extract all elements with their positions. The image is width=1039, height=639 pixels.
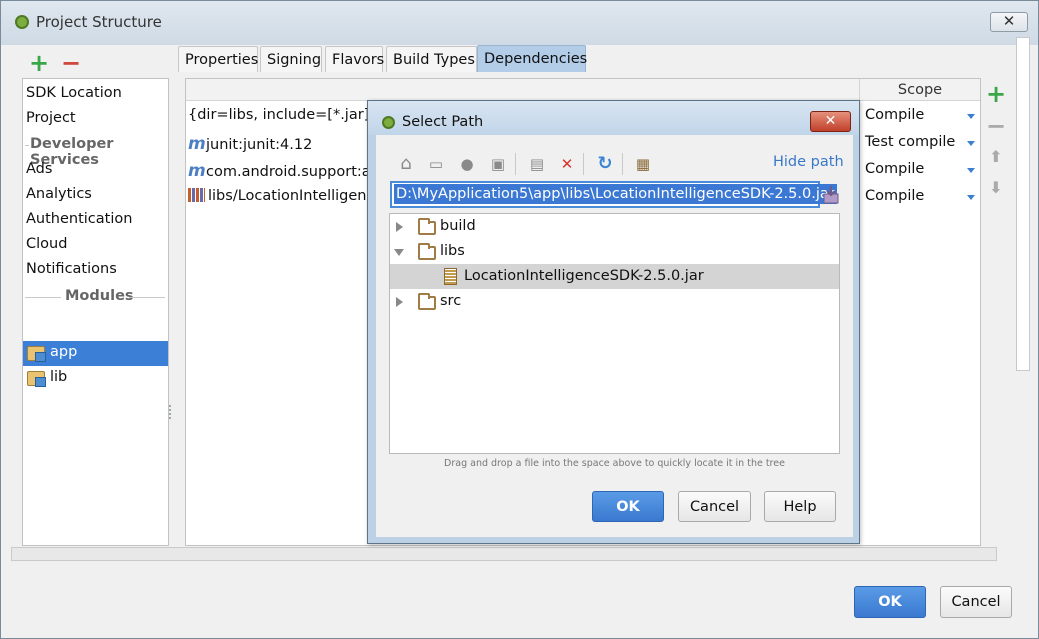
- new-folder-icon[interactable]: ▤: [527, 155, 547, 173]
- dialog-body: ⌂ ▭ ● ▣ ▤ ✕ ↻ ▦ Hide path D:\MyApplicati…: [376, 135, 853, 537]
- android-module-icon: [27, 346, 46, 362]
- vertical-scrollbar[interactable]: [1016, 37, 1030, 371]
- scope-value[interactable]: Compile: [865, 188, 924, 204]
- move-up-icon[interactable]: ⬆: [986, 147, 1006, 167]
- expand-arrow-icon[interactable]: [396, 297, 403, 307]
- path-input-value: D:\MyApplication5\app\libs\LocationIntel…: [394, 184, 837, 204]
- tab-dependencies[interactable]: Dependencies: [477, 45, 587, 72]
- window-close-button[interactable]: ✕: [990, 12, 1028, 32]
- ok-button[interactable]: OK: [854, 586, 926, 618]
- scope-dropdown-arrow-icon[interactable]: [967, 168, 975, 173]
- delete-icon[interactable]: ✕: [557, 155, 577, 173]
- refresh-icon[interactable]: ↻: [595, 155, 615, 173]
- sidebar-item-sdk-location[interactable]: SDK Location: [26, 85, 122, 101]
- home-icon[interactable]: ⌂: [396, 155, 416, 173]
- dialog-title: Select Path: [402, 114, 484, 130]
- select-path-dialog: Select Path ✕ ⌂ ▭ ● ▣ ▤ ✕ ↻ ▦ Hide path …: [367, 100, 860, 544]
- project-structure-sidebar: SDK Location Project Developer Services …: [22, 78, 169, 546]
- dialog-title-bar: Select Path ✕: [368, 101, 859, 135]
- library-module-icon: [27, 371, 46, 387]
- folder-icon: [418, 243, 436, 260]
- scope-value[interactable]: Compile: [865, 107, 924, 123]
- scope-value[interactable]: Compile: [865, 161, 924, 177]
- dependency-name: libs/LocationIntelligence: [208, 188, 384, 204]
- folder-icon: [418, 293, 436, 310]
- title-bar: Project Structure ✕: [1, 1, 1038, 45]
- dialog-cancel-button[interactable]: Cancel: [678, 491, 751, 522]
- file-tree: build libs LocationIntelligenceSDK-2.5.0…: [389, 213, 840, 454]
- jar-library-icon: [188, 188, 205, 202]
- sidebar-item-app[interactable]: app: [23, 341, 168, 366]
- sidebar-item-lib[interactable]: lib: [23, 366, 168, 391]
- scope-column-header[interactable]: Scope: [859, 79, 980, 101]
- dependency-name: junit:junit:4.12: [206, 137, 313, 153]
- tab-build-types[interactable]: Build Types: [386, 46, 477, 72]
- jar-file-icon: [444, 268, 457, 285]
- tab-properties[interactable]: Properties: [178, 46, 258, 72]
- path-input[interactable]: D:\MyApplication5\app\libs\LocationIntel…: [390, 181, 837, 208]
- hide-path-link[interactable]: Hide path: [773, 154, 844, 170]
- sidebar-item-cloud[interactable]: Cloud: [26, 236, 67, 252]
- collapse-arrow-icon[interactable]: [394, 249, 404, 256]
- remove-module-icon[interactable]: −: [61, 51, 81, 75]
- maven-m-icon: m: [188, 161, 206, 181]
- scope-dropdown-arrow-icon[interactable]: [967, 114, 975, 119]
- dialog-ok-button[interactable]: OK: [592, 491, 664, 522]
- window-title: Project Structure: [36, 13, 162, 31]
- sidebar-item-project[interactable]: Project: [26, 110, 76, 126]
- maven-m-icon: m: [188, 134, 206, 154]
- tab-signing[interactable]: Signing: [260, 46, 322, 72]
- add-dependency-icon[interactable]: +: [986, 82, 1006, 106]
- drag-drop-hint: Drag and drop a file into the space abov…: [444, 458, 785, 469]
- expand-arrow-icon[interactable]: [396, 222, 403, 232]
- horizontal-scrollbar[interactable]: [11, 547, 997, 561]
- add-module-icon[interactable]: +: [29, 51, 49, 75]
- sidebar-item-notifications[interactable]: Notifications: [26, 261, 117, 277]
- scope-dropdown-arrow-icon[interactable]: [967, 141, 975, 146]
- tab-flavors[interactable]: Flavors: [325, 46, 384, 72]
- sidebar-item-analytics[interactable]: Analytics: [26, 186, 92, 202]
- download-icon[interactable]: [823, 185, 839, 204]
- dependency-name: com.android.support:ap: [206, 164, 380, 180]
- android-studio-icon: [382, 116, 395, 129]
- show-hidden-files-icon[interactable]: ▦: [633, 155, 653, 173]
- cancel-button[interactable]: Cancel: [940, 586, 1012, 618]
- project-folder-icon[interactable]: ▣: [488, 155, 508, 173]
- move-down-icon[interactable]: ⬇: [986, 178, 1006, 198]
- scope-value[interactable]: Test compile: [865, 134, 955, 150]
- folder-icon: [418, 218, 436, 235]
- panel-splitter[interactable]: [169, 405, 175, 419]
- scope-dropdown-arrow-icon[interactable]: [967, 195, 975, 200]
- dialog-help-button[interactable]: Help: [764, 491, 836, 522]
- sidebar-item-authentication[interactable]: Authentication: [26, 211, 132, 227]
- sidebar-item-ads[interactable]: Ads: [26, 161, 52, 177]
- remove-dependency-icon[interactable]: −: [986, 114, 1006, 138]
- dependency-name: {dir=libs, include=[*.jar]}: [188, 107, 379, 123]
- desktop-icon[interactable]: ▭: [426, 155, 446, 173]
- android-studio-icon: [15, 15, 29, 29]
- dialog-close-button[interactable]: ✕: [810, 111, 851, 132]
- android-sdk-icon[interactable]: ●: [457, 155, 477, 173]
- table-header: Scope: [186, 79, 980, 101]
